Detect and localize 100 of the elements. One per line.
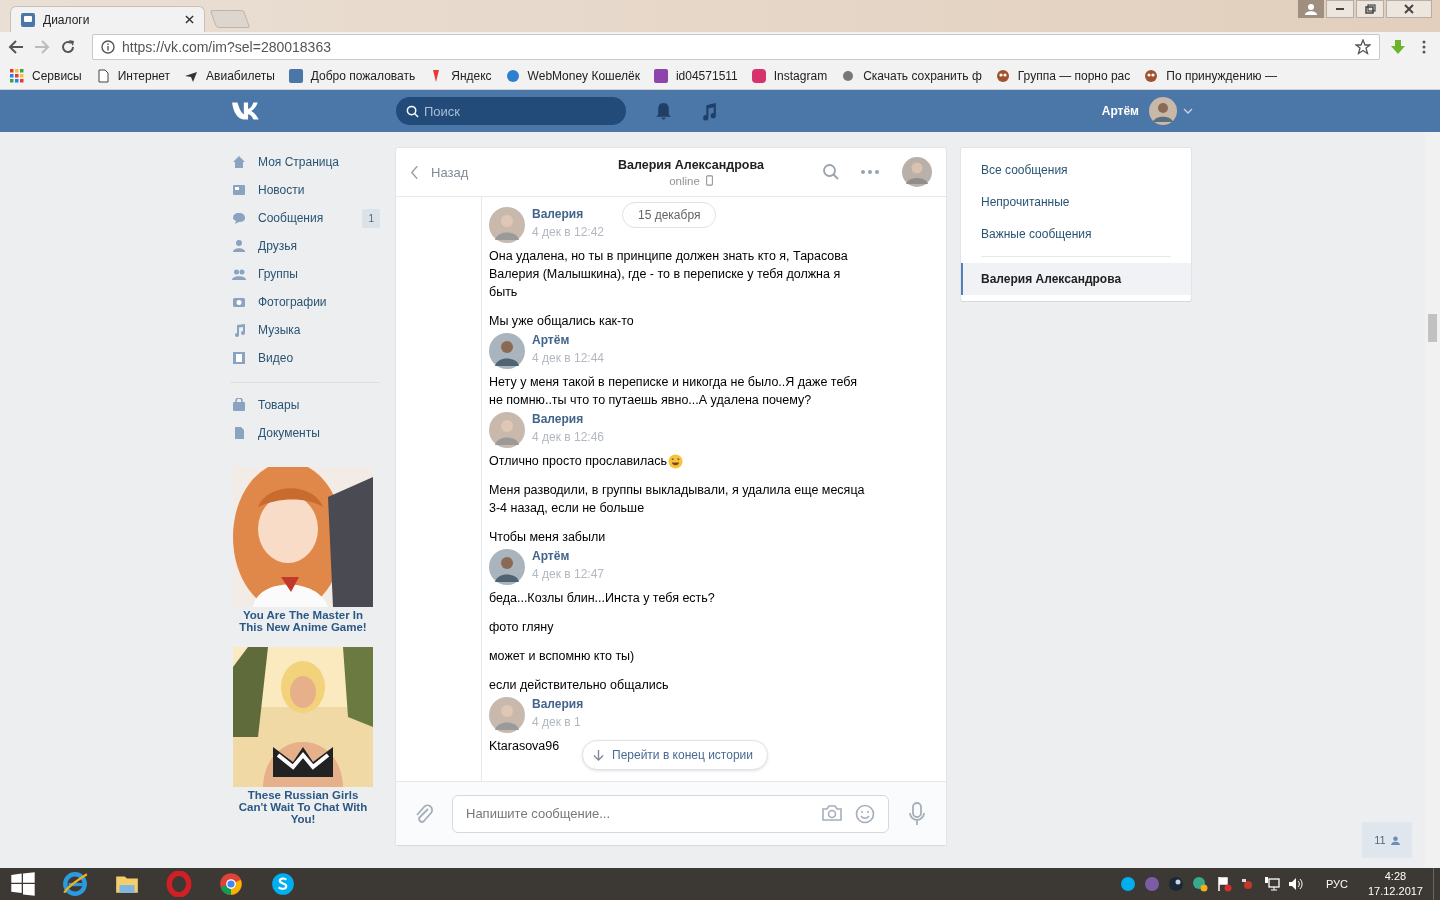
- windows-start-icon[interactable]: [10, 871, 36, 897]
- network-icon[interactable]: [1263, 876, 1280, 892]
- chevron-left-icon: [410, 164, 419, 180]
- bookmark[interactable]: Добро пожаловать: [288, 68, 416, 83]
- down-arrow-icon: [593, 748, 604, 762]
- smiley-icon: [668, 453, 684, 469]
- bookmark[interactable]: Скачать сохранить ф: [841, 68, 982, 83]
- back-link[interactable]: Назад: [410, 164, 580, 180]
- update-warning-icon[interactable]: [1191, 876, 1208, 892]
- author-name[interactable]: Валерия: [532, 207, 604, 221]
- restore-button[interactable]: [1356, 0, 1384, 18]
- nav-item[interactable]: Друзья: [230, 232, 380, 260]
- person-icon: [1390, 835, 1400, 845]
- reload-icon[interactable]: [60, 39, 76, 55]
- bookmark[interactable]: По принуждению —: [1144, 68, 1277, 83]
- bookmark[interactable]: id04571511: [653, 68, 738, 83]
- restore-icon: [1364, 3, 1376, 15]
- unread-count: 1: [362, 208, 380, 228]
- language-indicator[interactable]: РУС: [1325, 878, 1348, 890]
- author-name[interactable]: Артём: [532, 549, 604, 563]
- author-name[interactable]: Артём: [532, 333, 604, 347]
- avatar[interactable]: [489, 697, 525, 733]
- speaker-icon[interactable]: [1287, 876, 1304, 892]
- nav-item[interactable]: Группы: [230, 260, 380, 288]
- bookmark[interactable]: Группа — порно рас: [995, 68, 1131, 83]
- message-time: 4 дек в 1: [532, 715, 582, 729]
- bookmark[interactable]: Яндекс: [429, 68, 492, 83]
- nav-item[interactable]: Моя Страница: [230, 148, 380, 176]
- author-name[interactable]: Валерия: [532, 697, 584, 711]
- jump-to-end-button[interactable]: Перейти в конец истории: [582, 740, 768, 770]
- bag-icon: [232, 398, 246, 412]
- message-time: 4 дек в 12:44: [532, 351, 604, 365]
- star-icon[interactable]: [1355, 39, 1371, 55]
- caret-icon[interactable]: [1183, 108, 1193, 114]
- bookmark[interactable]: WebMoney Кошелёк: [505, 68, 640, 83]
- nav-item[interactable]: Сообщения 1: [230, 204, 380, 232]
- bookmark[interactable]: Сервисы: [10, 68, 82, 83]
- message-time: 4 дек в 12:42: [532, 225, 604, 239]
- nav-item[interactable]: Документы: [230, 419, 380, 447]
- avatar[interactable]: [1149, 97, 1177, 125]
- page-icon: [95, 68, 110, 83]
- person-icon: [1305, 3, 1317, 15]
- paperclip-icon[interactable]: [414, 802, 434, 825]
- music-note-icon: [232, 323, 246, 337]
- minimize-button[interactable]: [1326, 0, 1354, 18]
- online-friends-button[interactable]: 11: [1362, 822, 1412, 858]
- avatar[interactable]: [489, 333, 525, 369]
- avatar[interactable]: [489, 549, 525, 585]
- filter-item[interactable]: Все сообщения: [961, 154, 1191, 186]
- info-icon[interactable]: [101, 40, 115, 54]
- more-icon[interactable]: [860, 169, 880, 175]
- flag-icon[interactable]: [1215, 876, 1232, 892]
- date-label: 15 декабря: [622, 202, 717, 228]
- bookmark[interactable]: Авиабилеты: [184, 68, 275, 83]
- avatar[interactable]: [489, 207, 525, 243]
- chat-title[interactable]: Валерия Александрова: [618, 157, 764, 172]
- filter-item[interactable]: Непрочитанные: [961, 186, 1191, 218]
- avatar[interactable]: [902, 157, 932, 187]
- nav-item[interactable]: Товары: [230, 391, 380, 419]
- online-status: online: [669, 174, 700, 187]
- close-icon: [1403, 3, 1415, 15]
- chat-icon: [21, 12, 35, 27]
- owl-icon: [1144, 68, 1159, 83]
- phone-icon: [705, 175, 713, 186]
- avatar[interactable]: [489, 412, 525, 448]
- scrollbar[interactable]: [1425, 132, 1440, 868]
- nav-item[interactable]: Видео: [230, 344, 380, 372]
- author-name[interactable]: Валерия: [532, 412, 604, 426]
- bookmark[interactable]: Интернет: [95, 68, 171, 83]
- ad-card[interactable]: You Are The Master In This New Anime Game!: [233, 467, 373, 633]
- search-icon[interactable]: [822, 163, 840, 181]
- user-name[interactable]: Артём: [1101, 104, 1139, 118]
- message-text: Ktarasova96: [489, 738, 560, 755]
- people-icon: [232, 267, 246, 281]
- nav-item[interactable]: Музыка: [230, 316, 380, 344]
- square-icon: [653, 68, 668, 83]
- minimize-icon: [1336, 8, 1344, 10]
- chrome-icon[interactable]: [218, 871, 244, 897]
- browser-tab[interactable]: Диалоги: [10, 6, 205, 32]
- search-field[interactable]: Поиск: [396, 97, 626, 125]
- close-window-button[interactable]: [1386, 0, 1432, 18]
- message-text: Чтобы меня забыли: [489, 529, 606, 546]
- nav-item[interactable]: Фотографии: [230, 288, 380, 316]
- document-icon: [232, 426, 246, 440]
- film-icon: [232, 351, 246, 365]
- message-text: может и вспомню кто ты): [489, 648, 635, 665]
- message-text: Она удалена, но ты в принципе должен знать кто я, Тарасова Валерия (Малышкина), где - то в переписке у тебя должна я быть: [489, 248, 849, 301]
- message-time: 4 дек в 12:47: [532, 567, 604, 581]
- clock[interactable]: 4:28 17.12.2017: [1367, 869, 1423, 899]
- filter-item[interactable]: Важные сообщения: [961, 218, 1191, 250]
- ad-card[interactable]: These Russian Girls Can't Wait To Chat With You!: [233, 647, 373, 825]
- nav-item[interactable]: Новости: [230, 176, 380, 204]
- bookmark[interactable]: Instagram: [751, 68, 828, 83]
- back-arrow-icon[interactable]: [8, 39, 24, 55]
- owl-icon: [995, 68, 1010, 83]
- address-field[interactable]: https://vk.com/im?sel=280018363: [92, 34, 1380, 60]
- browser-e-icon[interactable]: [62, 871, 88, 897]
- close-icon[interactable]: [185, 15, 194, 24]
- speech-bubble-icon: [232, 211, 246, 225]
- conversation-item[interactable]: Валерия Александрова: [961, 263, 1191, 295]
